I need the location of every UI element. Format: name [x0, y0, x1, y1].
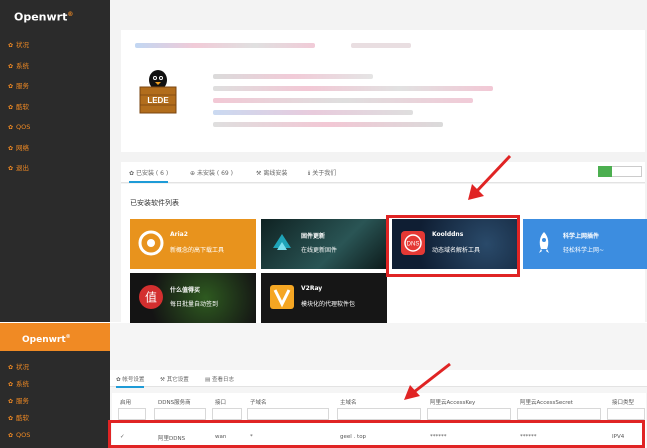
update-icon [273, 234, 291, 250]
sidebar-item-network[interactable]: ✿ 网络 [0, 138, 110, 159]
app-title: 固件更新 [301, 233, 326, 240]
app-title: 什么值得买 [170, 287, 201, 294]
blurred-header [135, 43, 315, 48]
tab-account-settings[interactable]: ✿ 帐号设置 [116, 375, 145, 388]
app-tile-firmware-update[interactable]: 固件更新 在线更新固件 [261, 219, 387, 269]
svg-text:值: 值 [145, 290, 157, 305]
smzdm-icon: 值 [139, 285, 163, 309]
annotation-arrow-icon [468, 154, 512, 200]
input-cell[interactable] [427, 408, 511, 420]
input-cell[interactable] [517, 408, 601, 420]
sidebar-item-services[interactable]: ✿ 服务 [0, 393, 110, 410]
tab-other-settings[interactable]: ⚒ 其它设置 [160, 375, 189, 383]
blurred-info-line [213, 98, 473, 103]
tab-installed[interactable]: ✿ 已安装 ( 6 ) [129, 168, 169, 183]
brand-logo: Openwrt® [0, 0, 110, 30]
lede-logo: LEDE [139, 70, 177, 114]
blurred-info-line [213, 74, 373, 79]
app-title: Aria2 [170, 231, 188, 238]
service-icon: ✿ [8, 398, 14, 405]
sidebar-bottom: Openwrt® ✿ 状况 ✿ 系统 ✿ 服务 ✿ 酷软 ✿ QOS [0, 323, 110, 448]
app-title: V2Ray [301, 285, 323, 292]
app-subtitle: 模块化的代理软件包 [301, 301, 356, 308]
input-cell[interactable] [212, 408, 242, 420]
sidebar-menu: ✿ 状况 ✿ 系统 ✿ 服务 ✿ 酷软 ✿ QOS ✿ 网络 ✿ 退出 [0, 35, 110, 179]
blurred-info-line [213, 86, 493, 91]
ddns-tabs [110, 370, 647, 387]
input-cell[interactable] [247, 408, 329, 420]
sidebar-menu-bottom: ✿ 状况 ✿ 系统 ✿ 服务 ✿ 酷软 ✿ QOS [0, 359, 110, 444]
gear-icon: ✿ [8, 381, 14, 388]
aria2-icon [138, 230, 164, 256]
tab-offline-install[interactable]: ⚒ 离线安装 [256, 168, 287, 177]
brand-logo-bottom: Openwrt® [0, 323, 110, 351]
tab-view-log[interactable]: ▤ 查看日志 [205, 375, 234, 383]
softcenter-icon: ✿ [8, 415, 14, 422]
input-cell[interactable] [337, 408, 421, 420]
sidebar-item-system[interactable]: ✿ 系统 [0, 376, 110, 393]
home-icon: ✿ [8, 42, 14, 49]
app-subtitle: 轻松科学上网~ [563, 247, 605, 254]
app-tile-v2ray[interactable]: V2Ray 模块化的代理软件包 [261, 273, 387, 323]
annotation-arrow-icon [404, 362, 451, 400]
column-header: 接口 [215, 400, 227, 406]
sidebar-item-status[interactable]: ✿ 状况 [0, 359, 110, 376]
v2ray-icon [270, 285, 294, 309]
app-subtitle: 新概念的高下载工具 [170, 247, 225, 254]
sidebar-item-system[interactable]: ✿ 系统 [0, 56, 110, 77]
app-subtitle: 在线更新固件 [301, 247, 338, 254]
system-info-card [121, 30, 645, 152]
sidebar-item-logout[interactable]: ✿ 退出 [0, 158, 110, 179]
tab-about[interactable]: ℹ 关于我们 [308, 168, 336, 177]
sidebar-item-status[interactable]: ✿ 状况 [0, 35, 110, 56]
rocket-icon [539, 232, 549, 253]
app-tile-science-proxy[interactable]: 科学上网插件 轻松科学上网~ [523, 219, 647, 269]
column-header: 接口类型 [612, 400, 635, 406]
app-tile-aria2[interactable]: Aria2 新概念的高下载工具 [130, 219, 256, 269]
gear-icon: ✿ [8, 62, 14, 70]
app-title: 科学上网插件 [563, 233, 600, 240]
highlight-box [386, 215, 520, 277]
column-header: 阿里云AccessSecret [520, 400, 573, 406]
logout-icon: ✿ [8, 165, 14, 172]
column-header: 启用 [120, 400, 132, 406]
sidebar-item-qos[interactable]: ✿ QOS [0, 117, 110, 138]
softcenter-icon: ✿ [8, 103, 14, 111]
app-tile-smzdm[interactable]: 值 什么值得买 每日批量自动签到 [130, 273, 256, 323]
blurred-info-line [213, 110, 413, 115]
column-header: 主域名 [340, 400, 357, 406]
highlight-box-row [108, 420, 645, 448]
input-cell[interactable] [118, 408, 146, 420]
input-cell[interactable] [607, 408, 645, 420]
section-title: 已安装软件列表 [130, 199, 179, 207]
home-icon: ✿ [8, 364, 14, 371]
sidebar-item-qos[interactable]: ✿ QOS [0, 427, 110, 444]
service-icon: ✿ [8, 83, 14, 90]
sidebar: Openwrt® ✿ 状况 ✿ 系统 ✿ 服务 ✿ 酷软 ✿ QOS ✿ 网络 ✿ 退出 [0, 0, 110, 322]
blurred-info-line [213, 122, 443, 127]
sidebar-item-softcenter[interactable]: ✿ 酷软 [0, 410, 110, 427]
sidebar-item-services[interactable]: ✿ 服务 [0, 76, 110, 97]
network-icon: ✿ [8, 144, 14, 152]
blurred-header-right [351, 43, 411, 48]
column-header: DDNS服务商 [158, 400, 191, 406]
status-indicator [598, 166, 612, 177]
qos-icon: ✿ [8, 432, 14, 439]
tab-not-installed[interactable]: ⊕ 未安装 ( 69 ) [190, 168, 233, 177]
column-header: 子域名 [250, 400, 267, 406]
input-cell[interactable] [154, 408, 206, 420]
qos-icon: ✿ [8, 124, 14, 131]
app-subtitle: 每日批量自动签到 [170, 301, 219, 308]
lede-logo-text: LEDE [147, 96, 169, 105]
sidebar-item-softcenter[interactable]: ✿ 酷软 [0, 97, 110, 118]
